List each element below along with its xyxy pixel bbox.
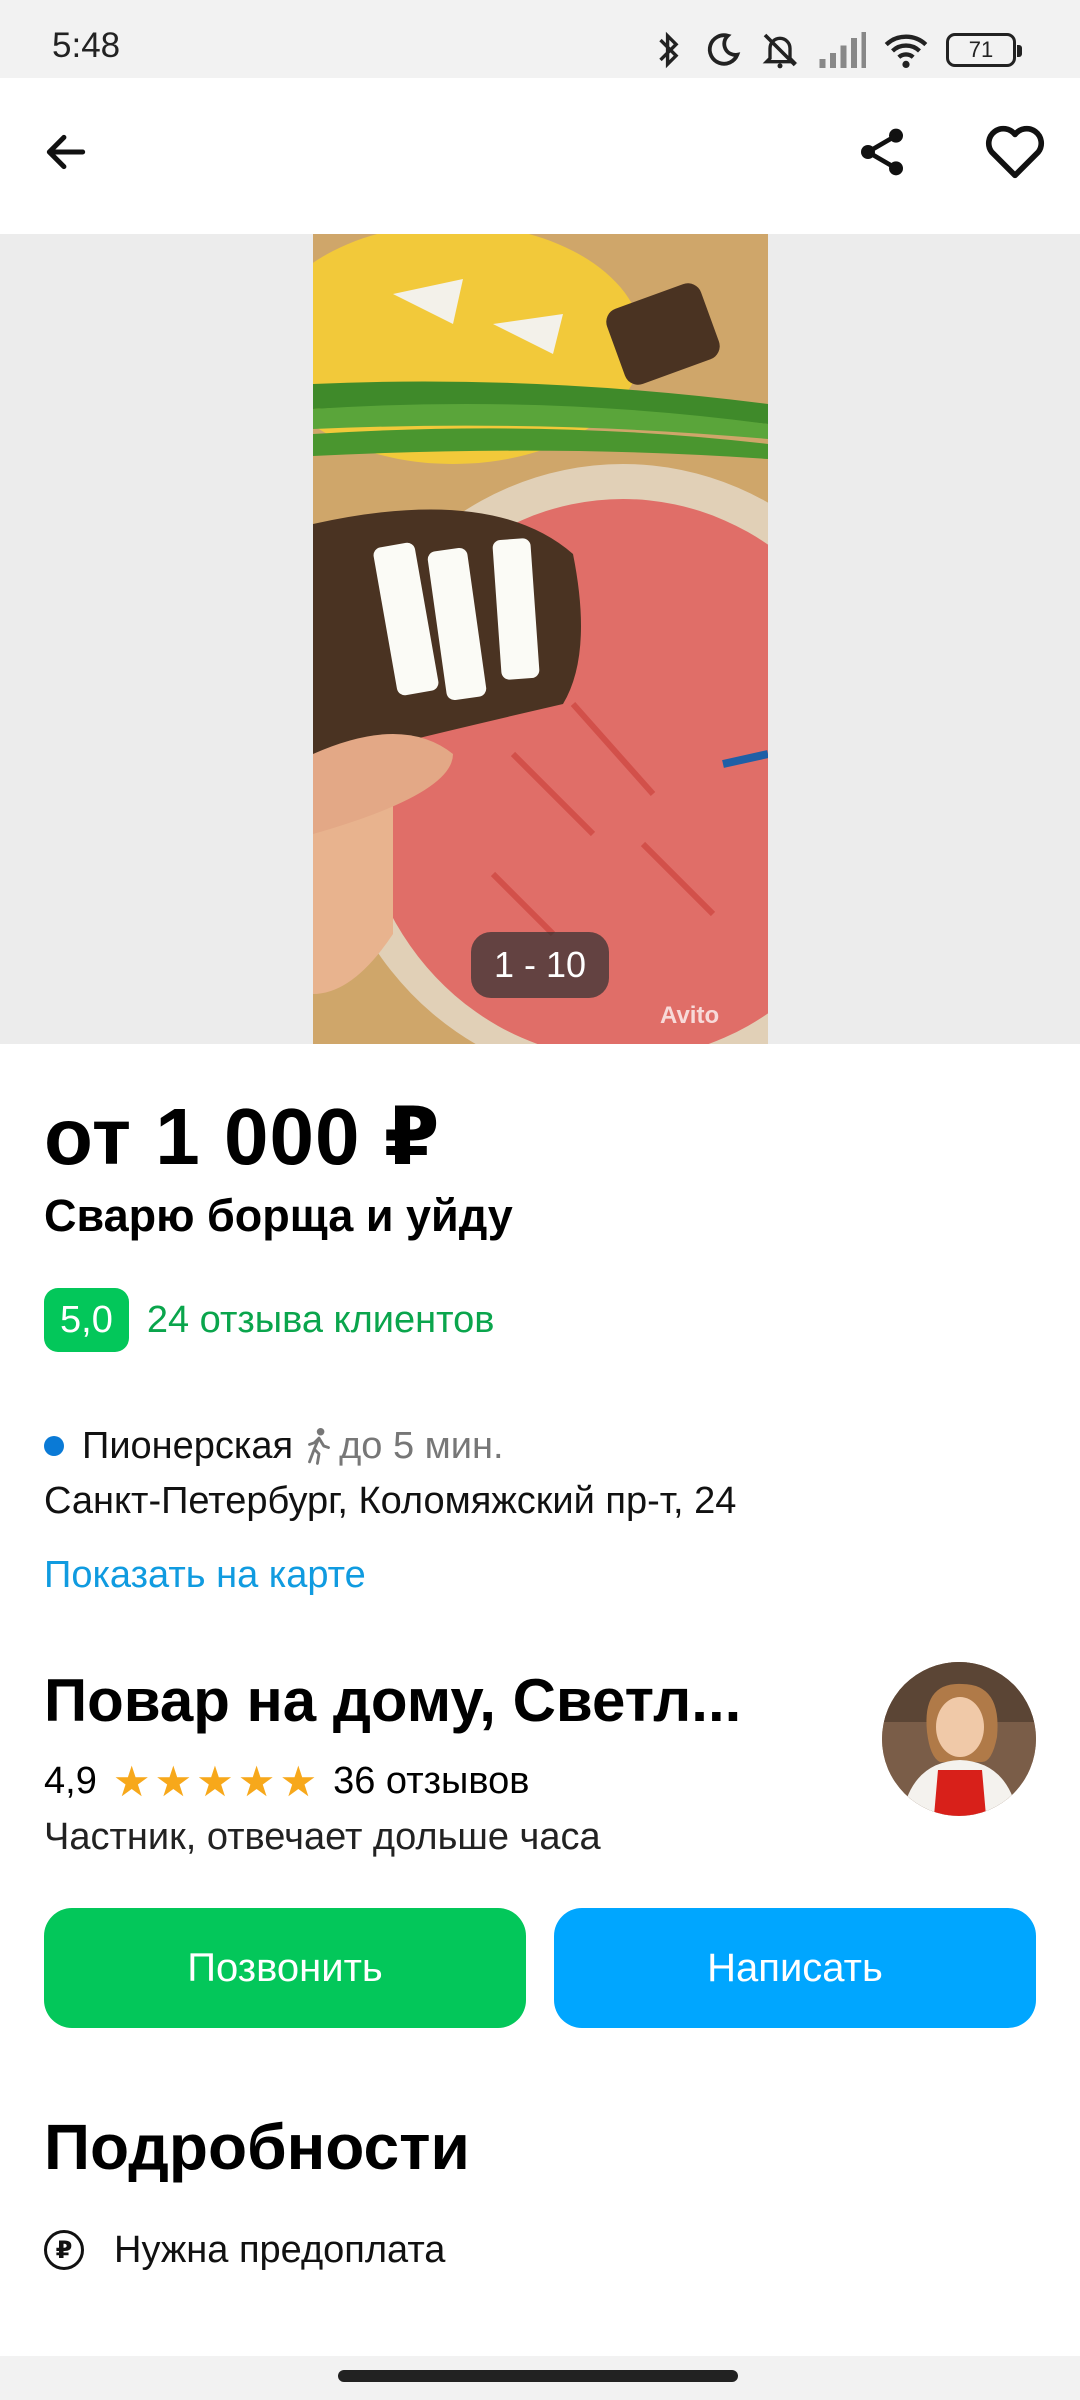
back-arrow-icon [46,134,86,170]
call-button[interactable]: Позвонить [44,1908,526,2028]
star-icon: ★ [154,1757,193,1805]
rating-row[interactable]: 5,0 24 отзыва клиентов [44,1288,494,1352]
star-rating: ★ ★ ★ ★ ★ [112,1757,318,1805]
photo-illustration [313,234,768,1044]
back-button[interactable] [34,120,98,184]
metro-line-dot [44,1436,64,1456]
battery-level: 71 [968,37,994,62]
status-time: 5:48 [52,26,121,65]
signal-icon [819,32,866,68]
ruble-icon: ₽ [44,2230,84,2270]
walk-time: до 5 мин. [339,1424,504,1467]
listing-title: Сварю борща и уйду [44,1190,513,1241]
reviews-link[interactable]: 24 отзыва клиентов [147,1299,495,1342]
walk-icon [305,1427,333,1465]
star-icon: ★ [196,1757,234,1805]
metro-station: Пионерская [82,1424,294,1467]
share-button[interactable] [850,120,914,184]
photo-gallery[interactable]: 1 - 10 Avito [0,234,1080,1044]
seller-rating-value: 4,9 [44,1760,97,1802]
write-button[interactable]: Написать [554,1908,1036,2028]
seller-name[interactable]: Повар на дому, Светл... [44,1666,844,1735]
seller-info: Частник, отвечает дольше часа [44,1816,601,1858]
details-heading: Подробности [44,2111,470,2183]
top-app-bar [0,78,1080,234]
heart-icon [985,125,1045,179]
moon-icon [707,33,741,66]
seller-avatar[interactable] [882,1662,1036,1816]
rating-badge: 5,0 [44,1288,129,1352]
star-icon: ★ [112,1757,151,1805]
listing-photo[interactable] [313,234,768,1044]
show-on-map-link[interactable]: Показать на карте [44,1554,366,1597]
photo-counter: 1 - 10 [471,932,609,998]
home-indicator[interactable] [338,2370,738,2382]
mute-icon [762,33,798,69]
share-icon [861,128,903,176]
detail-item: ₽ Нужна предоплата [44,2222,445,2278]
price: от 1 000 ₽ [44,1092,441,1181]
bluetooth-icon [659,31,679,69]
status-bar: 5:48 71 [0,0,1080,78]
star-icon: ★ [237,1757,276,1805]
watermark-logo: Avito [660,1002,720,1029]
favorite-button[interactable] [980,120,1050,184]
status-icons: 71 [652,22,1022,78]
battery-icon: 71 [946,33,1022,67]
metro-row: Пионерская до 5 мин. [44,1418,504,1474]
detail-item-label: Нужна предоплата [114,2228,446,2271]
star-icon: ★ [279,1757,318,1805]
wifi-icon [884,34,928,68]
seller-rating-row[interactable]: 4,9 ★ ★ ★ ★ ★ 36 отзывов [44,1760,529,1803]
seller-reviews-count: 36 отзывов [333,1760,530,1802]
address: Санкт-Петербург, Коломяжский пр-т, 24 [44,1480,737,1522]
